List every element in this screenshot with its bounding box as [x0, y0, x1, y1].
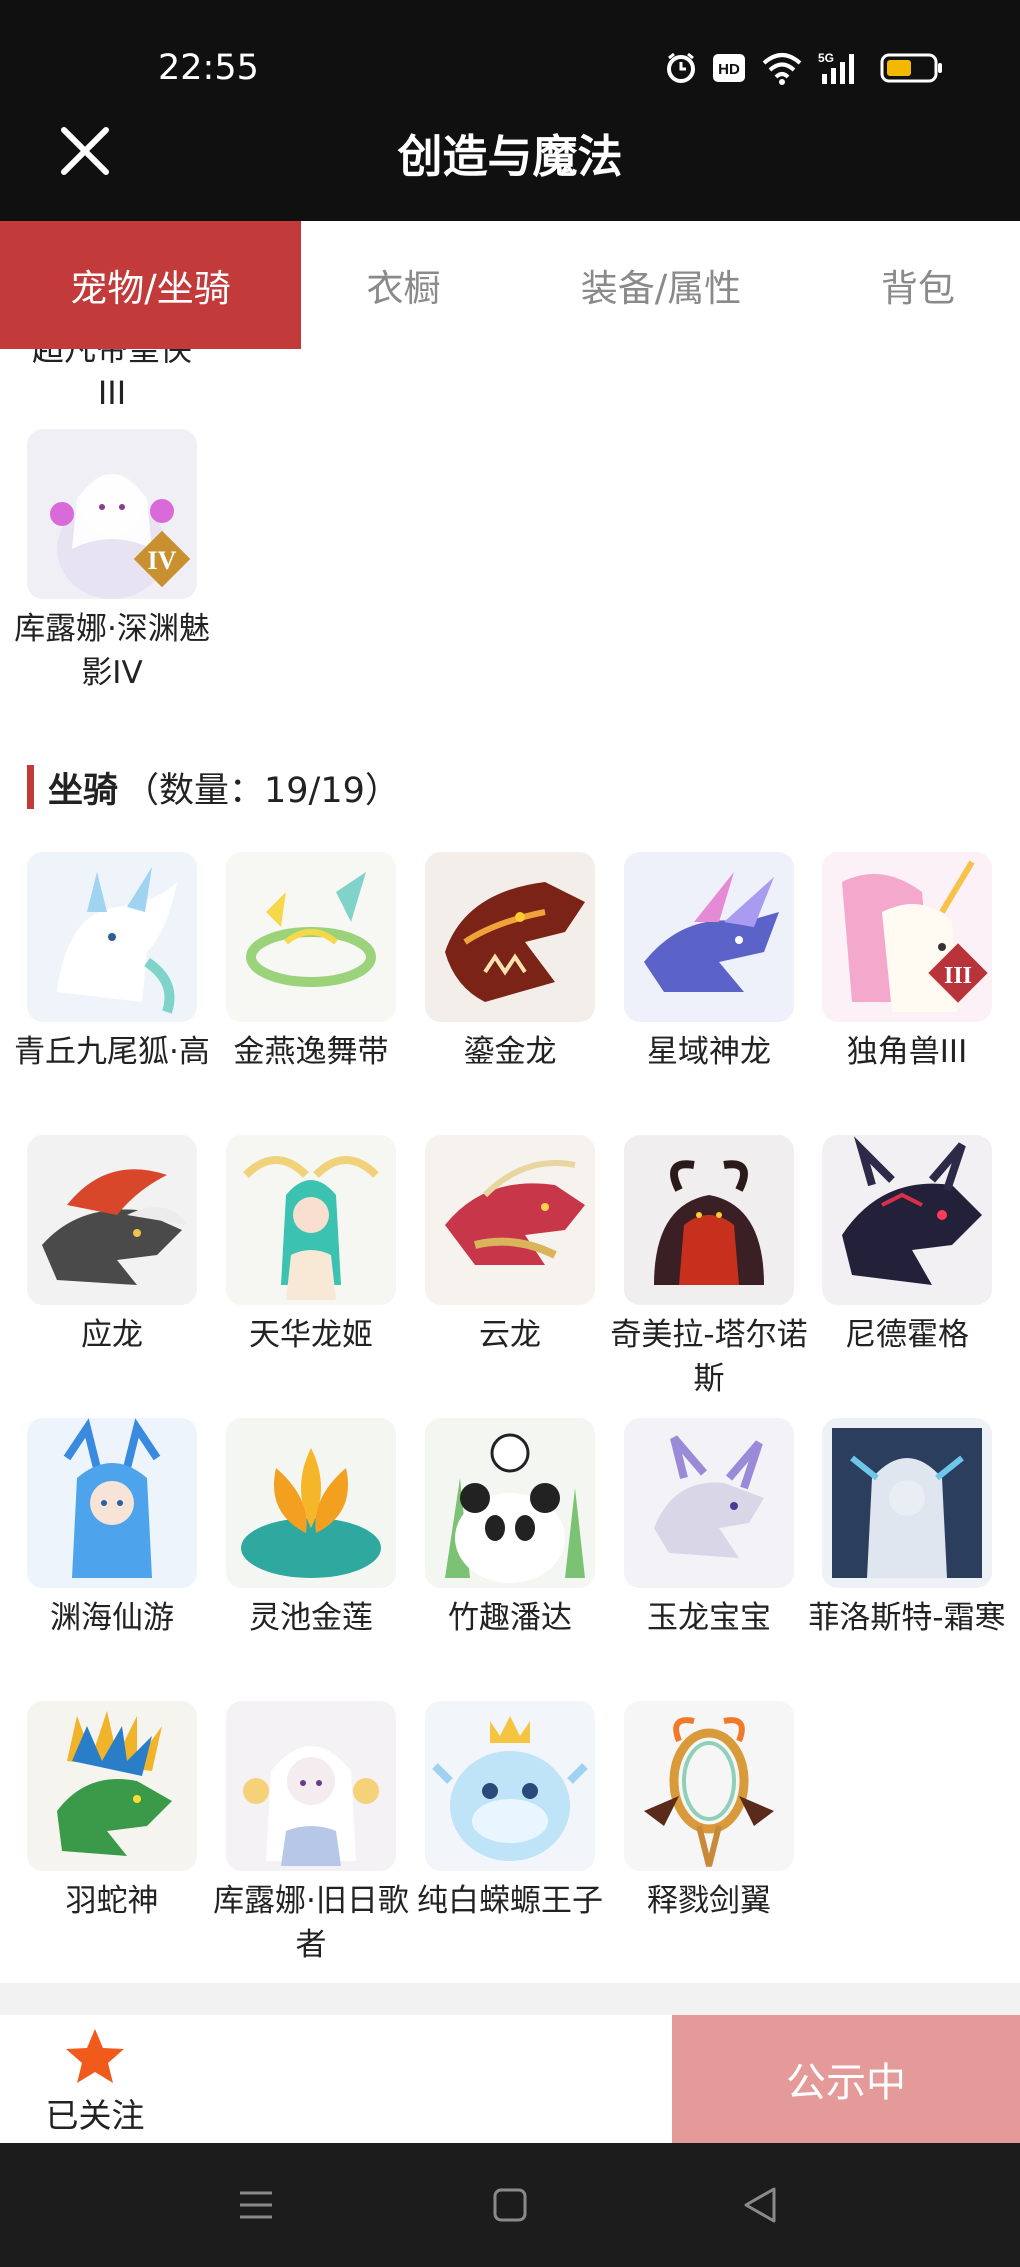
section-header-mounts: 坐骑 （数量：19/19） [27, 762, 400, 812]
hd-icon: HD [712, 53, 746, 83]
home-button[interactable] [486, 2181, 534, 2229]
mount-item[interactable]: III 独角兽III [822, 852, 992, 1074]
menu-icon[interactable] [232, 2181, 280, 2229]
mount-item[interactable]: 青丘九尾狐·高 [14, 852, 210, 1074]
mount-thumbnail [226, 1701, 396, 1871]
mount-thumbnail [425, 852, 595, 1022]
signal-5g-icon: 5G [818, 50, 866, 86]
mount-thumbnail [624, 1135, 794, 1305]
mount-thumbnail [822, 1135, 992, 1305]
section-count: （数量：19/19） [124, 770, 400, 811]
menu-button[interactable] [232, 2181, 280, 2229]
mount-name: 灵池金莲 [249, 1600, 373, 1636]
mount-name: 羽蛇神 [65, 1883, 159, 1919]
mount-item[interactable]: 渊海仙游 [27, 1418, 197, 1640]
pet-badge: IV [148, 546, 177, 575]
mount-item[interactable]: 奇美拉-塔尔诺斯 [610, 1135, 808, 1401]
follow-label: 已关注 [45, 2096, 145, 2135]
mount-thumbnail: III [822, 852, 992, 1022]
mount-badge: III [944, 963, 972, 989]
tab-wardrobe[interactable]: 衣橱 [301, 221, 506, 349]
mount-name: 玉龙宝宝 [647, 1600, 771, 1636]
mount-name: 青丘九尾狐·高 [14, 1034, 210, 1070]
content-scroll-area[interactable]: 超凡帝皇侠 III IV 库露娜·深渊魅影IV 坐骑 （数量：19/19） 青丘… [0, 349, 1020, 1983]
mount-name: 鎏金龙 [463, 1034, 557, 1070]
alarm-icon [664, 51, 698, 85]
bottom-action-bar: 已关注 公示中 [0, 2015, 1020, 2143]
mount-item[interactable]: 纯白蝾螈王子 [417, 1701, 603, 1923]
pet-item[interactable]: IV 库露娜·深渊魅影IV [14, 429, 210, 695]
mount-name: 奇美拉-塔尔诺斯 [610, 1317, 808, 1397]
mount-thumbnail [425, 1701, 595, 1871]
status-time: 22:55 [158, 48, 259, 88]
mount-thumbnail [27, 1135, 197, 1305]
mount-thumbnail [27, 1701, 197, 1871]
home-square-icon[interactable] [486, 2181, 534, 2229]
mount-name: 竹趣潘达 [448, 1600, 572, 1636]
mount-name: 尼德霍格 [845, 1317, 969, 1353]
mount-name: 金燕逸舞带 [233, 1034, 389, 1070]
mount-item[interactable]: 释戮剑翼 [624, 1701, 794, 1923]
section-title: 坐骑 [48, 770, 119, 811]
mount-item[interactable]: 竹趣潘达 [425, 1418, 595, 1640]
mount-item[interactable]: 尼德霍格 [822, 1135, 992, 1357]
back-triangle-icon[interactable] [736, 2181, 784, 2229]
mount-name: 菲洛斯特-霜寒 [808, 1600, 1006, 1636]
mount-item[interactable]: 金燕逸舞带 [226, 852, 396, 1074]
mount-thumbnail [425, 1135, 595, 1305]
follow-button[interactable]: 已关注 [0, 2015, 190, 2143]
hd-label: HD [718, 61, 740, 78]
pet-thumbnail: IV [27, 429, 197, 599]
tab-pets-mounts[interactable]: 宠物/坐骑 [0, 221, 301, 349]
battery-icon [880, 52, 944, 84]
mount-item[interactable]: 羽蛇神 [27, 1701, 197, 1923]
mount-item[interactable]: 天华龙姬 [226, 1135, 396, 1357]
mount-thumbnail [425, 1418, 595, 1588]
mount-name: 云龙 [479, 1317, 541, 1353]
mount-item[interactable]: 星域神龙 [624, 852, 794, 1074]
app-header: 创造与魔法 [0, 100, 1020, 221]
mount-thumbnail [624, 1418, 794, 1588]
star-icon[interactable] [64, 2027, 126, 2085]
back-button[interactable] [736, 2181, 784, 2229]
mount-item[interactable]: 云龙 [425, 1135, 595, 1357]
mount-name: 星域神龙 [647, 1034, 771, 1070]
content-divider [0, 1983, 1020, 2015]
page-title: 创造与魔法 [397, 130, 623, 183]
mount-item[interactable]: 库露娜·旧日歌者 [213, 1701, 409, 1967]
mount-item[interactable]: 菲洛斯特-霜寒 [808, 1418, 1006, 1640]
mount-thumbnail [624, 852, 794, 1022]
mount-thumbnail [624, 1701, 794, 1871]
mount-name: 渊海仙游 [50, 1600, 174, 1636]
mount-name: 独角兽III [846, 1034, 968, 1070]
network-label: 5G [818, 51, 834, 65]
mount-item[interactable]: 应龙 [27, 1135, 197, 1357]
mount-item[interactable]: 玉龙宝宝 [624, 1418, 794, 1640]
publish-status-button[interactable]: 公示中 [672, 2015, 1020, 2143]
mount-name: 应龙 [81, 1317, 143, 1353]
wifi-icon [760, 51, 804, 85]
pet-name: 库露娜·深渊魅影IV [14, 611, 210, 691]
mount-name: 天华龙姬 [249, 1317, 373, 1353]
system-nav-bar [0, 2143, 1020, 2267]
tab-bar: 宠物/坐骑 衣橱 装备/属性 背包 [0, 221, 1020, 351]
mount-thumbnail [27, 852, 197, 1022]
mount-thumbnail [226, 1135, 396, 1305]
tab-equipment-attributes[interactable]: 装备/属性 [506, 221, 816, 349]
mount-name: 纯白蝾螈王子 [417, 1883, 603, 1919]
cut-item-label: 超凡帝皇侠 [31, 349, 192, 368]
previous-row-labels: 超凡帝皇侠 III [0, 349, 1020, 412]
mount-name: 库露娜·旧日歌者 [213, 1883, 409, 1963]
mount-item[interactable]: 鎏金龙 [425, 852, 595, 1074]
status-icons: HD 5G [664, 50, 944, 86]
mount-name: 释戮剑翼 [647, 1883, 771, 1919]
mount-thumbnail [27, 1418, 197, 1588]
mount-thumbnail [226, 852, 396, 1022]
mount-item[interactable]: 灵池金莲 [226, 1418, 396, 1640]
section-accent-bar [27, 765, 34, 809]
mount-thumbnail [822, 1418, 992, 1588]
mount-thumbnail [226, 1418, 396, 1588]
tab-backpack[interactable]: 背包 [816, 221, 1020, 349]
cut-item-label: III [97, 374, 127, 412]
